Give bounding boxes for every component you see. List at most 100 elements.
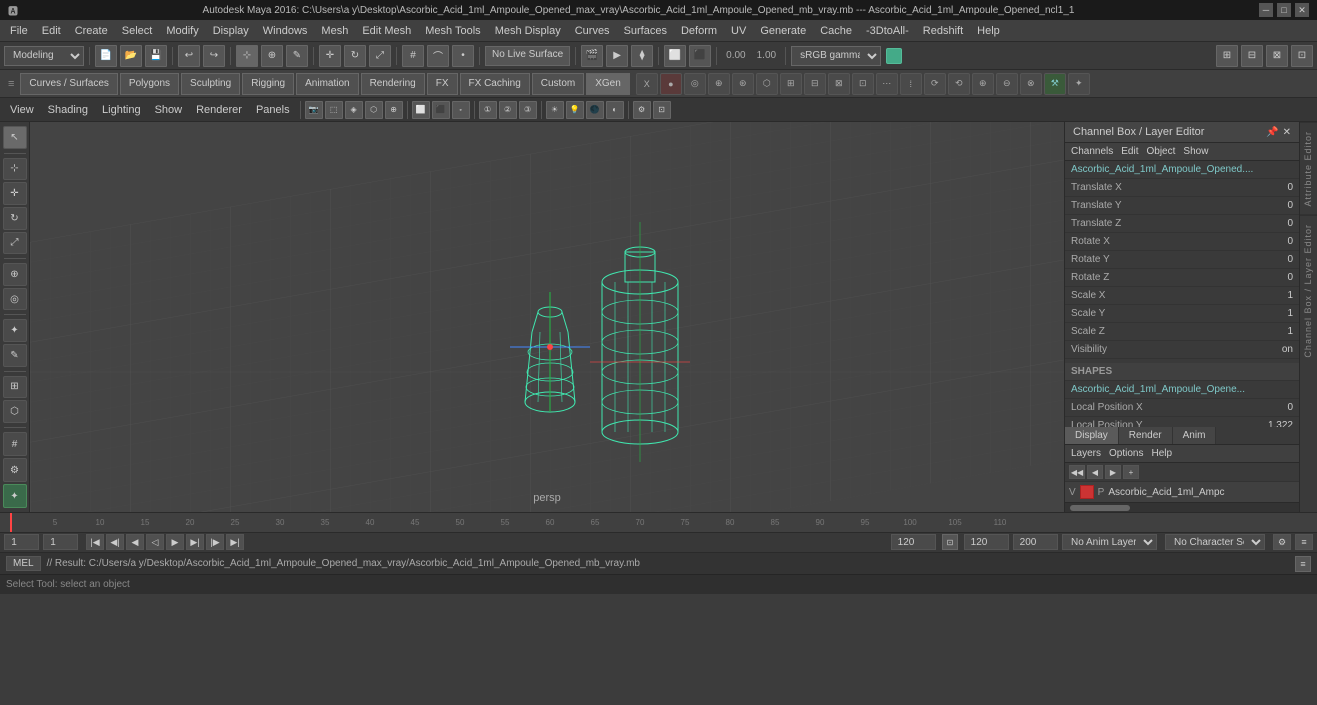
layers-menu-options[interactable]: Options <box>1109 448 1143 459</box>
menu-file[interactable]: File <box>4 23 34 39</box>
cb-attr-rotate-z[interactable]: Rotate Z 0 <box>1065 269 1299 287</box>
display-quality-low[interactable]: ① <box>479 101 497 119</box>
shelf-icon-5[interactable]: ⊛ <box>732 73 754 95</box>
layer-arrow-next[interactable]: ▶ <box>1105 465 1121 479</box>
shelf-tab-custom[interactable]: Custom <box>532 73 584 95</box>
menu-edit[interactable]: Edit <box>36 23 67 39</box>
shelf-tab-xgen[interactable]: XGen <box>586 73 630 95</box>
shelf-icon-13[interactable]: ⟳ <box>924 73 946 95</box>
cb-attr-rotate-x[interactable]: Rotate X 0 <box>1065 233 1299 251</box>
shading-wire-button[interactable]: ⬜ <box>412 101 430 119</box>
cb-tab-anim[interactable]: Anim <box>1173 427 1217 444</box>
shelf-icon-1[interactable]: X <box>636 73 658 95</box>
snap-curve-button[interactable]: ⌒ <box>427 45 449 67</box>
layer-arrow-new[interactable]: + <box>1123 465 1139 479</box>
lighting-menu[interactable]: Lighting <box>96 102 147 118</box>
maximize-button[interactable]: □ <box>1277 3 1291 17</box>
playhead[interactable] <box>10 513 12 533</box>
cb-attr-visibility[interactable]: Visibility on <box>1065 341 1299 359</box>
select-tool-button[interactable]: ⊹ <box>236 45 258 67</box>
cb-menu-show[interactable]: Show <box>1183 146 1208 157</box>
paint-select-button[interactable]: ✎ <box>286 45 308 67</box>
layer-arrow-prev[interactable]: ◀ <box>1087 465 1103 479</box>
cb-object-name[interactable]: Ascorbic_Acid_1ml_Ampoule_Opened.... <box>1065 161 1299 179</box>
menu-generate[interactable]: Generate <box>754 23 812 39</box>
cb-menu-object[interactable]: Object <box>1147 146 1176 157</box>
shelf-tab-sculpting[interactable]: Sculpting <box>181 73 240 95</box>
menu-redshift[interactable]: Redshift <box>917 23 969 39</box>
move-tool-button[interactable]: ✛ <box>319 45 341 67</box>
shelf-icon-18[interactable]: ⚒ <box>1044 73 1066 95</box>
display-quality-med[interactable]: ② <box>499 101 517 119</box>
workspace-settings-button[interactable]: ⊟ <box>1241 45 1263 67</box>
shelf-icon-6[interactable]: ⬡ <box>756 73 778 95</box>
cb-tab-render[interactable]: Render <box>1119 427 1173 444</box>
menu-deform[interactable]: Deform <box>675 23 723 39</box>
xray-button[interactable]: ⊕ <box>385 101 403 119</box>
anim-end-input[interactable] <box>1013 534 1058 550</box>
menu-mesh-tools[interactable]: Mesh Tools <box>419 23 486 39</box>
cb-pin-button[interactable]: 📌 <box>1266 127 1278 138</box>
shelf-icon-3[interactable]: ◎ <box>684 73 706 95</box>
menu-help[interactable]: Help <box>971 23 1006 39</box>
menu-select[interactable]: Select <box>116 23 159 39</box>
menu-edit-mesh[interactable]: Edit Mesh <box>356 23 417 39</box>
isolate-lt[interactable]: ⬡ <box>3 400 27 423</box>
new-scene-button[interactable]: 📄 <box>95 45 117 67</box>
universal-manip-lt[interactable]: ⊕ <box>3 263 27 286</box>
shading-flat-button[interactable]: ⬞ <box>452 101 470 119</box>
display-quality-high[interactable]: ③ <box>519 101 537 119</box>
open-scene-button[interactable]: 📂 <box>120 45 142 67</box>
lighting-use-default[interactable]: ☀ <box>546 101 564 119</box>
shelf-icon-19[interactable]: ✦ <box>1068 73 1090 95</box>
shelf-icon-10[interactable]: ⊡ <box>852 73 874 95</box>
wireframe-on-shaded[interactable]: ⬡ <box>365 101 383 119</box>
playback-start-input[interactable] <box>43 534 78 550</box>
play-back-button[interactable]: ◁ <box>146 534 164 550</box>
playback-end-slider[interactable]: ⊡ <box>942 534 958 550</box>
ipr-render-button[interactable]: ⧫ <box>631 45 653 67</box>
shelf-tab-animation[interactable]: Animation <box>296 73 358 95</box>
color-profile-icon[interactable] <box>886 48 902 64</box>
lasso-select-button[interactable]: ⊕ <box>261 45 283 67</box>
channel-box-side-tab[interactable]: Channel Box / Layer Editor <box>1300 215 1317 366</box>
menu-surfaces[interactable]: Surfaces <box>618 23 673 39</box>
viewport[interactable]: persp <box>30 122 1064 512</box>
layers-scrollbar[interactable] <box>1065 502 1299 512</box>
current-frame-input[interactable] <box>4 534 39 550</box>
viewport-settings-lt[interactable]: ⚙ <box>3 458 27 482</box>
lighting-use-all[interactable]: 💡 <box>566 101 584 119</box>
no-live-surface-button[interactable]: No Live Surface <box>485 46 570 66</box>
grid-toggle-lt[interactable]: # <box>3 432 27 456</box>
save-scene-button[interactable]: 💾 <box>145 45 167 67</box>
shelf-icon-4[interactable]: ⊕ <box>708 73 730 95</box>
cb-close-button[interactable]: ✕ <box>1283 127 1291 138</box>
shading-menu[interactable]: Shading <box>42 102 94 118</box>
undo-button[interactable]: ↩ <box>178 45 200 67</box>
shelf-tab-rendering[interactable]: Rendering <box>361 73 425 95</box>
shelf-icon-15[interactable]: ⊕ <box>972 73 994 95</box>
renderer-menu[interactable]: Renderer <box>190 102 248 118</box>
ao-button[interactable]: ◐ <box>606 101 624 119</box>
shelf-collapse-button[interactable]: ≡ <box>4 78 18 90</box>
camera-settings-button[interactable]: ⚙ <box>633 101 651 119</box>
menu-mesh[interactable]: Mesh <box>315 23 354 39</box>
menu-mesh-display[interactable]: Mesh Display <box>489 23 567 39</box>
camera-persp-button[interactable]: 📷 <box>305 101 323 119</box>
scale-tool-button[interactable]: ⤢ <box>369 45 391 67</box>
rotate-lt[interactable]: ↻ <box>3 207 27 230</box>
menu-modify[interactable]: Modify <box>160 23 204 39</box>
render-button[interactable]: ▶ <box>606 45 628 67</box>
shelf-icon-14[interactable]: ⟲ <box>948 73 970 95</box>
hud-button[interactable]: ⊡ <box>653 101 671 119</box>
mel-indicator[interactable]: MEL <box>6 556 41 571</box>
layer-arrow-prev-prev[interactable]: ◀◀ <box>1069 465 1085 479</box>
view-menu[interactable]: View <box>4 102 40 118</box>
render-settings-button[interactable]: 🎬 <box>581 45 603 67</box>
sculpt-lt[interactable]: ✦ <box>3 319 27 342</box>
scrollbar-thumb[interactable] <box>1070 505 1130 511</box>
go-to-end-button[interactable]: ▶| <box>226 534 244 550</box>
shelf-icon-16[interactable]: ⊖ <box>996 73 1018 95</box>
snap-point-button[interactable]: • <box>452 45 474 67</box>
step-forward-button[interactable]: |▶ <box>206 534 224 550</box>
